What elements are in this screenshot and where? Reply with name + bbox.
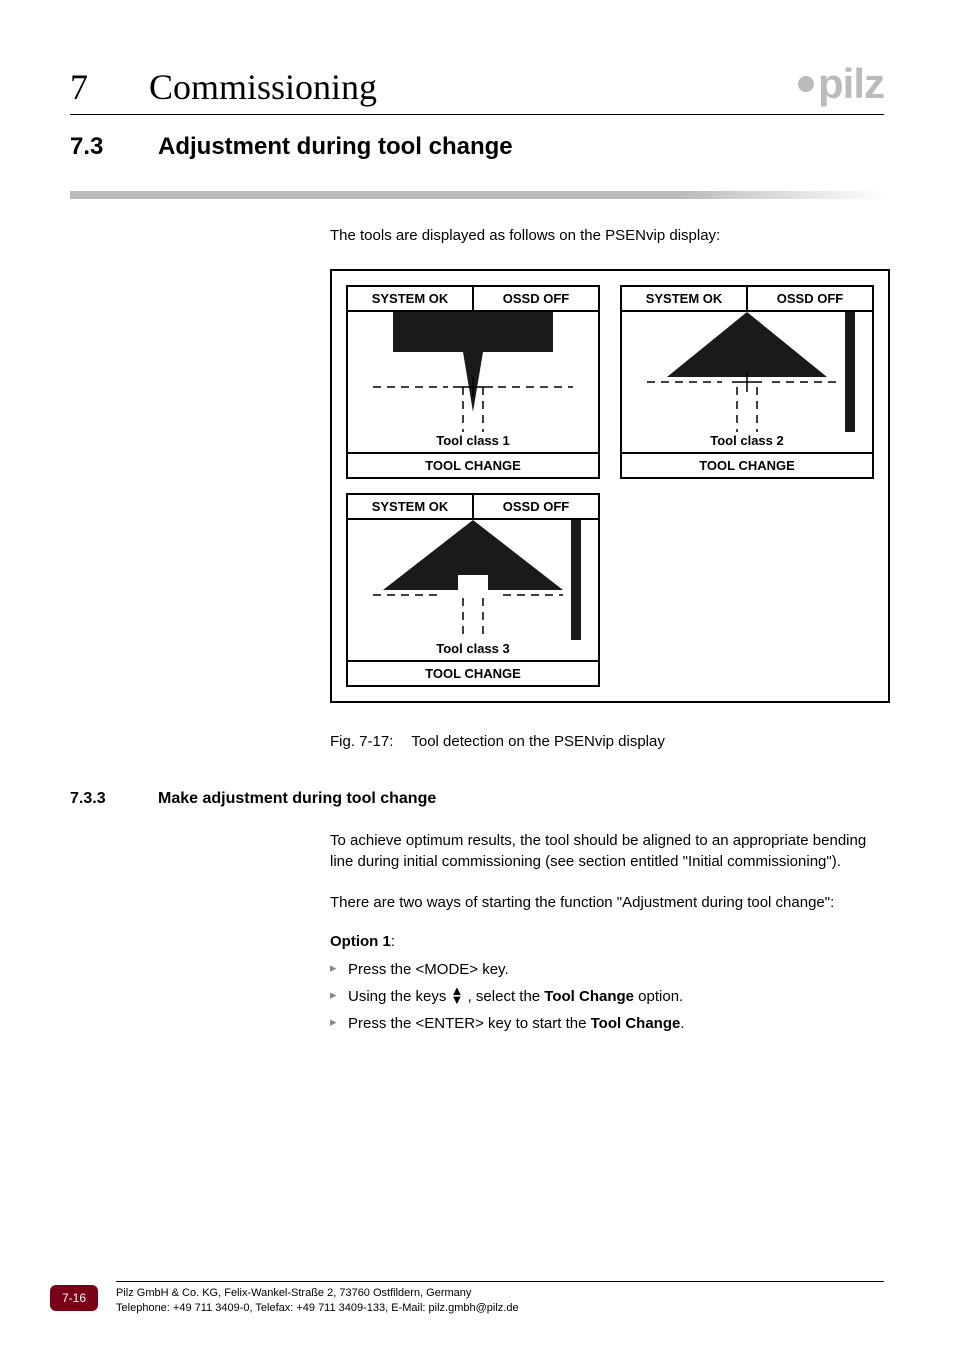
- display-panel-tool-class-1: SYSTEM OK OSSD OFF Tool: [346, 285, 600, 479]
- panel-footer-label: TOOL CHANGE: [622, 452, 872, 477]
- chapter-title: Commissioning: [149, 67, 377, 107]
- status-system-ok: SYSTEM OK: [348, 287, 474, 310]
- subsection-title: Make adjustment during tool change: [158, 790, 436, 808]
- tool-shape-3-icon: Tool class 3: [348, 520, 598, 660]
- status-ossd-off: OSSD OFF: [474, 287, 598, 310]
- status-ossd-off: OSSD OFF: [474, 495, 598, 518]
- footer-text: Pilz GmbH & Co. KG, Felix-Wankel-Straße …: [116, 1281, 884, 1315]
- display-panel-tool-class-3: SYSTEM OK OSSD OFF Tool class 3: [346, 493, 600, 687]
- section-number: 7.3: [70, 133, 130, 161]
- footer-company-line: Pilz GmbH & Co. KG, Felix-Wankel-Straße …: [116, 1286, 884, 1300]
- chapter-number: 7: [70, 66, 140, 108]
- logo-dot-icon: [798, 76, 814, 92]
- status-ossd-off: OSSD OFF: [748, 287, 872, 310]
- display-panel-tool-class-2: SYSTEM OK OSSD OFF: [620, 285, 874, 479]
- step-press-mode: Press the <MODE> key.: [330, 956, 884, 983]
- tool-class-label: Tool class 3: [348, 641, 598, 656]
- option-1-steps: Press the <MODE> key. Using the keys ▲▼ …: [330, 956, 884, 1037]
- status-system-ok: SYSTEM OK: [622, 287, 748, 310]
- page-number-badge: 7-16: [50, 1285, 98, 1311]
- tool-shape-1-icon: Tool class 1: [348, 312, 598, 452]
- figure-number: Fig. 7-17:: [330, 733, 393, 750]
- step-press-enter: Press the <ENTER> key to start the Tool …: [330, 1010, 884, 1037]
- chapter-heading: 7 Commissioning: [70, 66, 377, 108]
- divider-gradient: [70, 191, 884, 199]
- logo-text: pilz: [818, 60, 884, 108]
- figure-caption: Fig. 7-17: Tool detection on the PSENvip…: [330, 733, 884, 750]
- tool-class-label: Tool class 1: [348, 433, 598, 448]
- page-footer: 7-16 Pilz GmbH & Co. KG, Felix-Wankel-St…: [50, 1281, 884, 1315]
- paragraph-2: There are two ways of starting the funct…: [330, 892, 884, 913]
- tool-shape-2-icon: Tool class 2: [622, 312, 872, 452]
- option-1-label: Option 1:: [330, 933, 884, 950]
- option-1-colon: :: [391, 933, 395, 950]
- section-title: Adjustment during tool change: [158, 133, 513, 161]
- brand-logo: pilz: [798, 60, 884, 108]
- panel-footer-label: TOOL CHANGE: [348, 660, 598, 685]
- up-down-arrow-icon: ▲▼: [451, 986, 464, 1004]
- option-1-bold: Option 1: [330, 933, 391, 950]
- tool-class-label: Tool class 2: [622, 433, 872, 448]
- page-header: 7 Commissioning pilz: [70, 60, 884, 115]
- footer-contact-line: Telephone: +49 711 3409-0, Telefax: +49 …: [116, 1301, 884, 1315]
- paragraph-1: To achieve optimum results, the tool sho…: [330, 830, 884, 872]
- figure-caption-text: Tool detection on the PSENvip display: [411, 733, 664, 750]
- step-select-tool-change: Using the keys ▲▼ , select the Tool Chan…: [330, 983, 884, 1010]
- subsection-number: 7.3.3: [70, 790, 130, 808]
- status-system-ok: SYSTEM OK: [348, 495, 474, 518]
- figure-container: SYSTEM OK OSSD OFF Tool: [330, 269, 890, 703]
- panel-footer-label: TOOL CHANGE: [348, 452, 598, 477]
- subsection-heading: 7.3.3 Make adjustment during tool change: [70, 790, 884, 808]
- section-heading: 7.3 Adjustment during tool change: [70, 133, 884, 161]
- intro-paragraph: The tools are displayed as follows on th…: [330, 227, 884, 244]
